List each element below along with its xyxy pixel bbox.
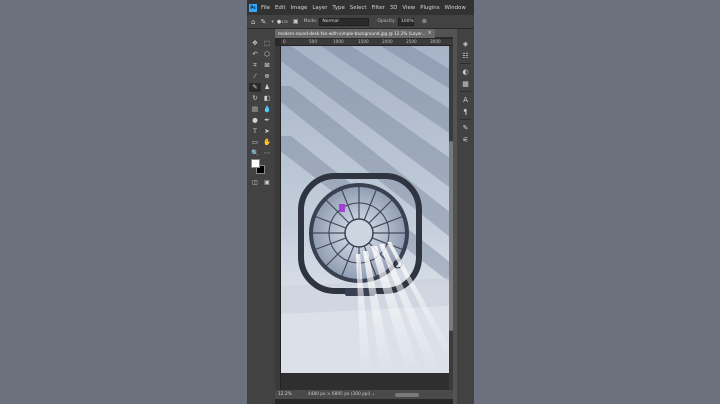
opacity-value: 100% (400, 19, 414, 24)
menu-filter[interactable]: Filter (371, 5, 384, 11)
ruler-number: 2000 (382, 39, 393, 44)
move-tool-icon[interactable]: ✥ (249, 39, 261, 48)
opacity-input[interactable]: 100% (397, 17, 414, 26)
document-tab[interactable]: modern-round-desk-fan-with-simple-backgr… (275, 28, 435, 38)
brush-icon[interactable]: ✎ (260, 18, 266, 26)
brush-preset-icon[interactable]: ●125 (277, 19, 288, 25)
type-tool-icon[interactable]: T (249, 127, 261, 136)
layers-panel-icon[interactable]: ◈ (460, 39, 471, 49)
adjustments-panel-icon[interactable]: ☷ (460, 51, 471, 61)
ruler-number: 2500 (406, 39, 417, 44)
options-bar: ⌂ ✎ ▾ ●125 ▣ Mode: Normal Opacity: 100% … (247, 15, 474, 29)
brush-settings-icon[interactable]: ▣ (293, 18, 299, 25)
clone-stamp-tool-icon[interactable]: ♟ (261, 83, 273, 92)
horizontal-ruler: 0 500 1000 1500 2000 2500 3000 (281, 39, 453, 46)
panel-divider (460, 91, 471, 92)
vertical-scrollbar[interactable] (449, 46, 453, 394)
menu-3d[interactable]: 3D (390, 5, 398, 11)
ruler-number: 3000 (430, 39, 441, 44)
photoshop-window: Ps File Edit Image Layer Type Select Fil… (247, 0, 474, 404)
rectangle-tool-icon[interactable]: ▭ (249, 138, 261, 147)
blur-tool-icon[interactable]: 💧 (261, 105, 273, 114)
menu-edit[interactable]: Edit (275, 5, 285, 11)
properties-panel-icon[interactable]: ⚟ (460, 135, 471, 145)
opacity-label: Opacity: (377, 19, 396, 24)
screen-mode-icon[interactable]: ▣ (264, 179, 270, 186)
close-icon[interactable]: × (428, 30, 432, 36)
marquee-tool-icon[interactable]: ⬚ (261, 39, 273, 48)
brush-tool-icon[interactable]: ✎ (249, 83, 261, 92)
brushes-panel-icon[interactable]: ✎ (460, 123, 471, 133)
chevron-right-icon[interactable]: › (372, 392, 374, 398)
document-title: modern-round-desk-fan-with-simple-backgr… (278, 30, 426, 36)
paragraph-panel-icon[interactable]: ¶ (460, 107, 471, 117)
document-area: modern-round-desk-fan-with-simple-backgr… (275, 28, 453, 404)
home-icon[interactable]: ⌂ (251, 18, 255, 26)
zoom-tool-icon[interactable]: 🔍 (249, 149, 261, 158)
zoom-level[interactable]: 12.2% (278, 392, 300, 397)
eraser-tool-icon[interactable]: ◧ (261, 94, 273, 103)
image-canvas[interactable] (281, 46, 449, 373)
fan-photo (281, 46, 449, 373)
status-bar: 12.2% 4480 px × 6895 px (300 ppi) › (275, 390, 453, 399)
panel-divider (460, 63, 471, 64)
color-panel-icon[interactable]: ◐ (460, 67, 471, 77)
vertical-scroll-thumb[interactable] (449, 141, 453, 331)
menu-plugins[interactable]: Plugins (420, 5, 439, 11)
document-size-info: 4480 px × 6895 px (300 ppi) (308, 392, 371, 397)
ruler-number: 1500 (358, 39, 369, 44)
menu-file[interactable]: File (261, 5, 270, 11)
ruler-number: 500 (309, 39, 317, 44)
quick-mask-icon[interactable]: ◫ (252, 179, 258, 186)
ruler-number: 1000 (333, 39, 344, 44)
photoshop-logo-icon: Ps (249, 3, 257, 12)
healing-brush-tool-icon[interactable]: ⊕ (261, 72, 273, 81)
object-select-tool-icon[interactable]: ⬡ (261, 50, 273, 59)
horizontal-scroll-thumb[interactable] (395, 393, 419, 397)
foreground-color-swatch[interactable] (251, 159, 260, 168)
menu-view[interactable]: View (402, 5, 415, 11)
character-panel-icon[interactable]: A (460, 95, 471, 105)
chevron-down-icon[interactable]: ▾ (271, 19, 274, 25)
pen-tool-icon[interactable]: ✒ (261, 116, 273, 125)
menu-window[interactable]: Window (445, 5, 466, 11)
eyedropper-tool-icon[interactable]: ⁄ (249, 72, 261, 81)
pressure-opacity-icon[interactable]: ⊚ (422, 18, 427, 25)
menu-layer[interactable]: Layer (312, 5, 327, 11)
document-tab-bar: modern-round-desk-fan-with-simple-backgr… (275, 28, 453, 38)
ruler-number: 0 (283, 39, 286, 44)
swatches-panel-icon[interactable]: ▦ (460, 79, 471, 89)
more-tools-icon[interactable]: ⋯ (261, 149, 273, 158)
path-select-tool-icon[interactable]: ➤ (261, 127, 273, 136)
tool-grid: ✥ ⬚ ↶ ⬡ ⌗ ⊠ ⁄ ⊕ ✎ ♟ ↻ ◧ ▤ 💧 ● ✒ T ➤ ▭ ✋ 🔍 ⋯ (249, 39, 273, 158)
menu-type[interactable]: Type (332, 5, 344, 11)
dodge-tool-icon[interactable]: ● (249, 116, 261, 125)
crop-tool-icon[interactable]: ⌗ (249, 61, 261, 70)
mode-controls: ◫ ▣ (249, 179, 273, 186)
mode-select[interactable]: Normal (319, 17, 370, 26)
gradient-tool-icon[interactable]: ▤ (249, 105, 261, 114)
brush-size: 125 (281, 19, 288, 24)
history-brush-tool-icon[interactable]: ↻ (249, 94, 261, 103)
panel-dock: ◈ ☷ ◐ ▦ A ¶ ✎ ⚟ (457, 29, 474, 404)
menu-bar: Ps File Edit Image Layer Type Select Fil… (247, 0, 474, 15)
menu-select[interactable]: Select (350, 5, 367, 11)
lasso-tool-icon[interactable]: ↶ (249, 50, 261, 59)
panel-divider (460, 119, 471, 120)
menu-image[interactable]: Image (290, 5, 307, 11)
frame-tool-icon[interactable]: ⊠ (261, 61, 273, 70)
hand-tool-icon[interactable]: ✋ (261, 138, 273, 147)
mode-value: Normal (322, 19, 339, 24)
mode-label: Mode: (303, 19, 318, 24)
tools-panel: ✥ ⬚ ↶ ⬡ ⌗ ⊠ ⁄ ⊕ ✎ ♟ ↻ ◧ ▤ 💧 ● ✒ T ➤ ▭ ✋ 🔍 ⋯ ◫ ▣ (247, 29, 275, 404)
